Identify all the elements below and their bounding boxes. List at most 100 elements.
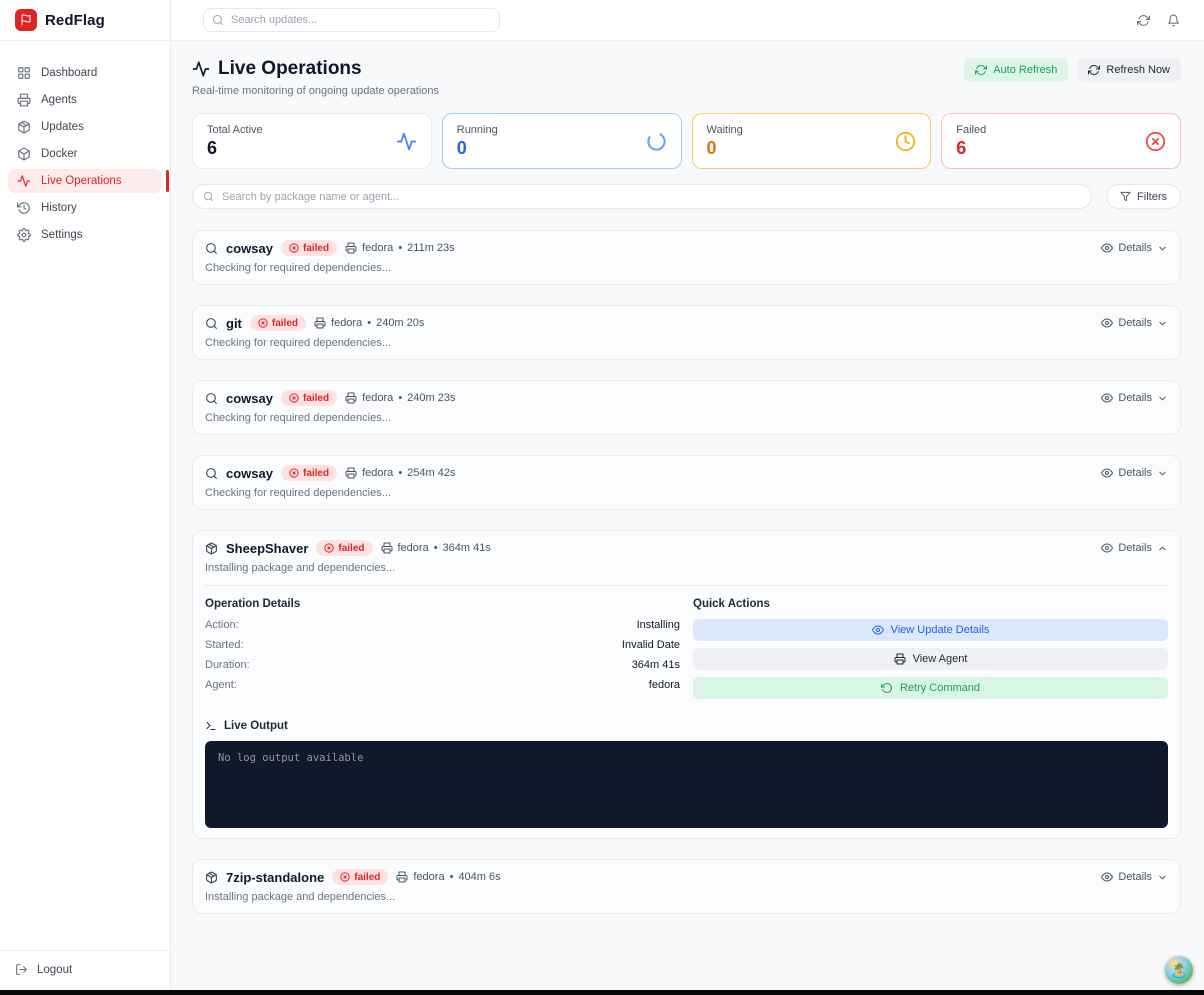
page-title: Live Operations [218, 58, 362, 80]
view-update-details-button[interactable]: View Update Details [693, 619, 1168, 641]
chevron-down-icon [1157, 393, 1168, 404]
sidebar-item-settings[interactable]: Settings [8, 223, 162, 247]
clock-icon [895, 131, 916, 152]
auto-refresh-button[interactable]: Auto Refresh [964, 58, 1068, 82]
box-icon [17, 147, 31, 161]
spinner-icon [646, 131, 667, 152]
details-button[interactable]: Details [1101, 467, 1168, 479]
package-icon [17, 120, 31, 134]
package-icon [205, 871, 218, 884]
circle-x-icon [1145, 131, 1166, 152]
view-agent-button[interactable]: View Agent [693, 648, 1168, 670]
island-widget-button[interactable]: 🏝️ [1165, 956, 1193, 984]
filters-button[interactable]: Filters [1106, 184, 1181, 209]
chevron-down-icon [1157, 243, 1168, 254]
redflag-logo-icon [15, 9, 37, 31]
sidebar-item-dashboard[interactable]: Dashboard [8, 61, 162, 85]
circle-x-icon [340, 872, 350, 882]
status-badge: failed [281, 240, 337, 256]
activity-icon [17, 174, 31, 188]
details-button[interactable]: Details [1101, 392, 1168, 404]
agents-icon [345, 467, 357, 479]
agent-info: fedora • 404m 6s [396, 871, 500, 883]
global-search [203, 8, 500, 32]
refresh-icon [1088, 64, 1100, 76]
sidebar: RedFlag Dashboard Agents Updates Docker … [0, 0, 171, 990]
page-subtitle: Real-time monitoring of ongoing update o… [192, 85, 439, 97]
sidebar-item-docker[interactable]: Docker [8, 142, 162, 166]
activity-icon [192, 60, 210, 78]
circle-x-icon [258, 318, 268, 328]
operation-details-title: Operation Details [205, 598, 680, 610]
agents-icon [314, 317, 326, 329]
search-icon [205, 242, 218, 255]
refresh-icon[interactable] [1137, 14, 1150, 27]
brand[interactable]: RedFlag [0, 0, 170, 41]
operation-card: git failed fedora • 240m 20s [192, 305, 1181, 360]
sidebar-item-label: History [41, 202, 77, 214]
stat-label: Failed [956, 124, 986, 136]
operation-message: Installing package and dependencies... [205, 891, 1168, 903]
terminal-icon [205, 720, 217, 732]
topbar [171, 0, 1204, 41]
global-search-input[interactable] [203, 8, 500, 32]
operation-message: Installing package and dependencies... [205, 562, 1168, 574]
details-button[interactable]: Details [1101, 317, 1168, 329]
main-area: Live Operations Real-time monitoring of … [171, 0, 1204, 990]
eye-icon [1101, 871, 1113, 883]
details-button[interactable]: Details [1101, 871, 1168, 883]
sidebar-item-live-operations[interactable]: Live Operations [8, 169, 162, 193]
detail-field: Agent: fedora [205, 679, 680, 691]
stat-card-running: Running 0 [442, 113, 682, 169]
operation-message: Checking for required dependencies... [205, 487, 1168, 499]
bell-icon[interactable] [1167, 14, 1180, 27]
chevron-down-icon [1157, 318, 1168, 329]
activity-icon [396, 131, 417, 152]
logout-button[interactable]: Logout [15, 963, 155, 976]
search-icon [212, 14, 224, 26]
circle-x-icon [289, 468, 299, 478]
stat-label: Running [457, 124, 498, 136]
agent-info: fedora • 364m 41s [381, 542, 491, 554]
operation-expanded-panel: Operation Details Action: Installing Sta… [205, 585, 1168, 828]
logout-icon [15, 963, 28, 976]
sidebar-footer: Logout [0, 950, 170, 990]
details-button[interactable]: Details [1101, 542, 1168, 554]
operation-card: cowsay failed fedora • 211m 23s [192, 230, 1181, 285]
gear-icon [17, 228, 31, 242]
sidebar-nav: Dashboard Agents Updates Docker Live Ope… [0, 41, 170, 950]
sidebar-item-updates[interactable]: Updates [8, 115, 162, 139]
refresh-now-button[interactable]: Refresh Now [1077, 58, 1181, 82]
eye-icon [872, 624, 884, 636]
brand-name: RedFlag [45, 12, 105, 29]
stat-label: Waiting [707, 124, 743, 136]
topbar-actions [1137, 14, 1180, 27]
operation-card: cowsay failed fedora • 254m 42s [192, 455, 1181, 510]
agents-icon [894, 653, 906, 665]
filter-row: Filters [192, 184, 1181, 209]
agents-icon [381, 542, 393, 554]
stat-card-total-active: Total Active 6 [192, 113, 432, 169]
circle-x-icon [289, 243, 299, 253]
sidebar-item-label: Live Operations [41, 175, 122, 187]
status-badge: failed [281, 465, 337, 481]
details-button[interactable]: Details [1101, 242, 1168, 254]
agent-info: fedora • 240m 23s [345, 392, 455, 404]
funnel-icon [1120, 191, 1131, 202]
sidebar-item-agents[interactable]: Agents [8, 88, 162, 112]
operations-search-input[interactable] [192, 184, 1092, 209]
stat-card-failed: Failed 6 [941, 113, 1181, 169]
eye-icon [1101, 542, 1113, 554]
operations-search [192, 184, 1092, 209]
status-badge: failed [316, 540, 372, 556]
quick-actions-title: Quick Actions [693, 598, 1168, 610]
sidebar-item-history[interactable]: History [8, 196, 162, 220]
retry-command-button[interactable]: Retry Command [693, 677, 1168, 699]
history-icon [17, 201, 31, 215]
agents-icon [345, 392, 357, 404]
search-icon [203, 191, 214, 202]
operation-name: 7zip-standalone [226, 870, 324, 885]
operation-message: Checking for required dependencies... [205, 337, 1168, 349]
operation-card-expanded: SheepShaver failed fedora • 364m 41s [192, 530, 1181, 839]
operation-message: Checking for required dependencies... [205, 412, 1168, 424]
